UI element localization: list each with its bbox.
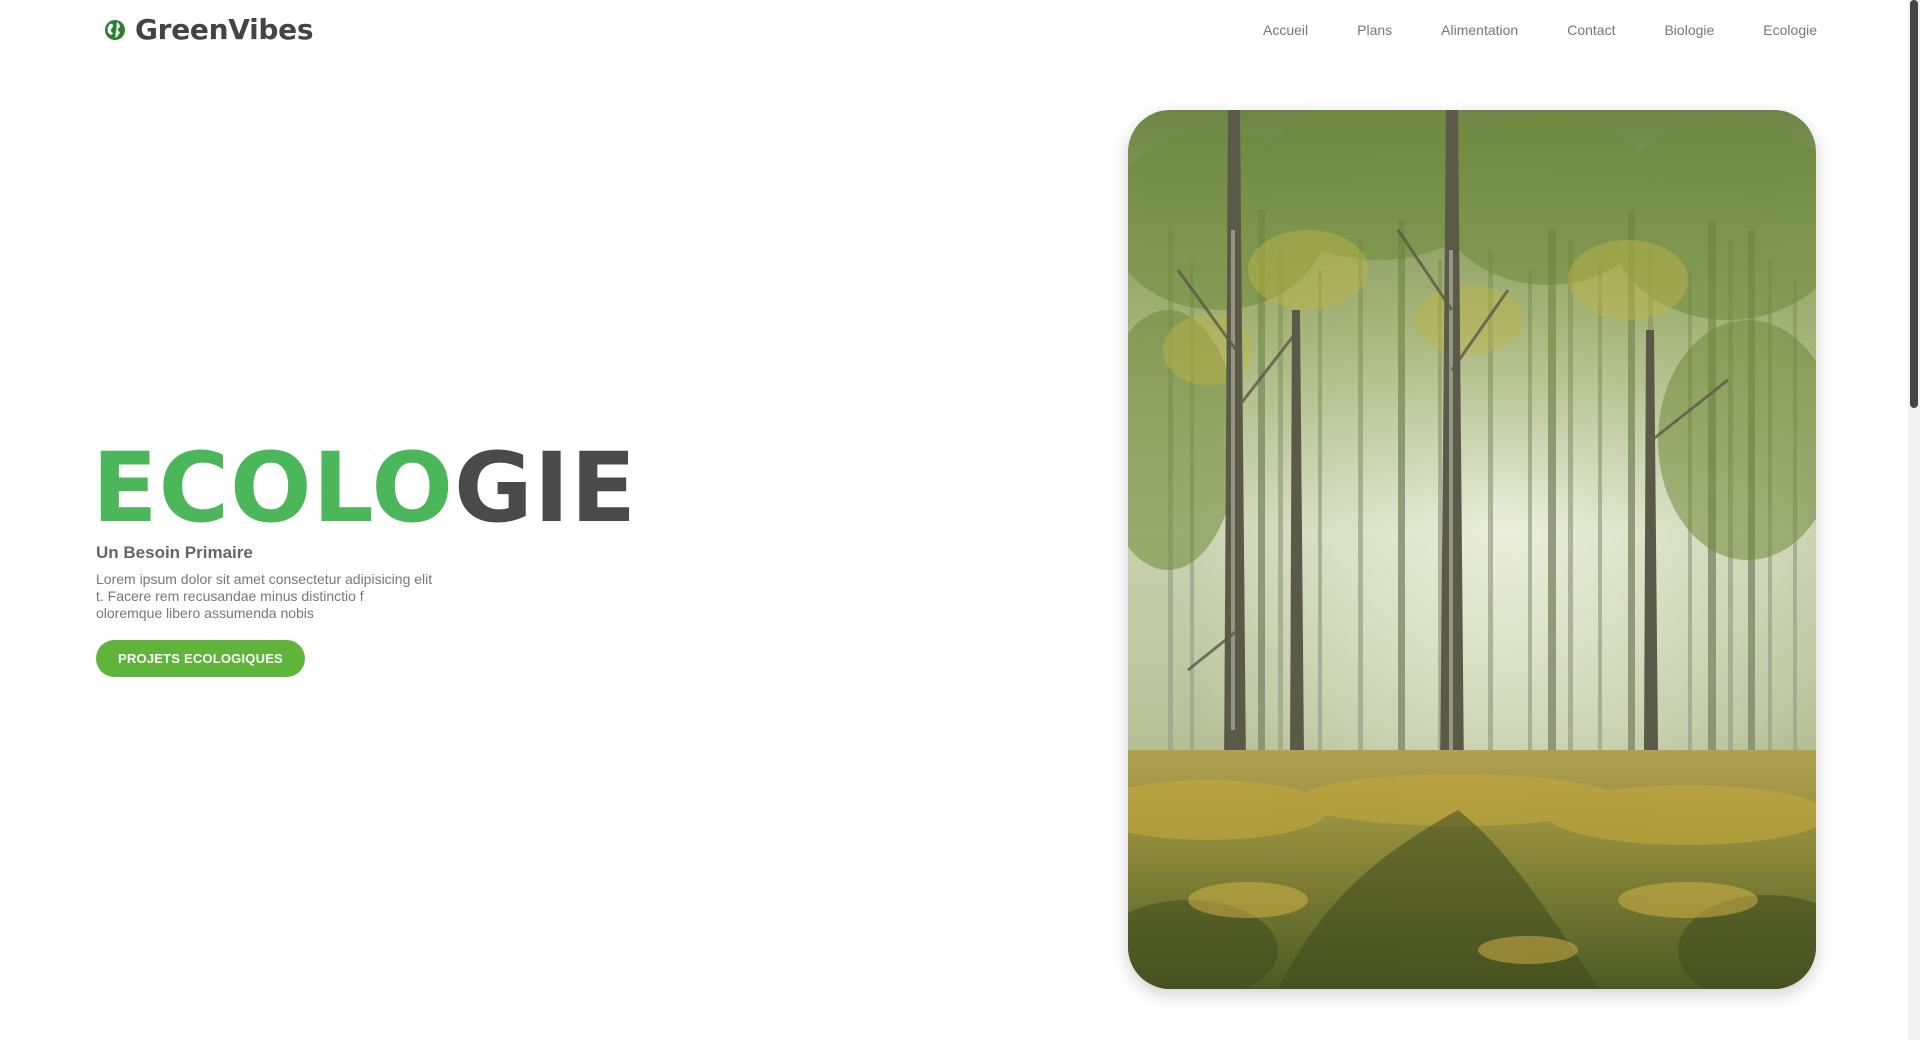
nav-item-accueil[interactable]: Accueil (1263, 22, 1308, 38)
nav-item-ecologie[interactable]: Ecologie (1763, 22, 1817, 38)
page-scrollbar[interactable] (1908, 0, 1920, 1040)
hero-title-dark: GIE (454, 432, 638, 544)
projets-ecologiques-button[interactable]: PROJETS ECOLOGIQUES (96, 640, 305, 677)
forest-photo (1128, 110, 1816, 989)
brand-name: GreenVibes (135, 13, 314, 46)
hero-title-green: ECOLO (92, 432, 454, 544)
hero-description-line: oloremque libero assumenda nobis (96, 605, 314, 621)
globe-leaf-icon (105, 19, 125, 40)
hero-description-line: t. Facere rem recusandae minus distincti… (96, 588, 364, 604)
brand-logo[interactable]: GreenVibes (103, 13, 313, 46)
scrollbar-thumb[interactable] (1910, 0, 1918, 408)
nav-item-contact[interactable]: Contact (1567, 22, 1615, 38)
nav-item-biologie[interactable]: Biologie (1664, 22, 1714, 38)
nav-item-alimentation[interactable]: Alimentation (1441, 22, 1518, 38)
forest-illustration (1128, 110, 1816, 989)
page: GreenVibes Accueil Plans Alimentation Co… (0, 0, 1920, 1040)
main-nav: Accueil Plans Alimentation Contact Biolo… (1214, 22, 1817, 38)
nav-item-plans[interactable]: Plans (1357, 22, 1392, 38)
hero-description: Lorem ipsum dolor sit amet consectetur a… (96, 571, 476, 622)
hero-description-line: Lorem ipsum dolor sit amet consectetur a… (96, 571, 433, 587)
hero-title: ECOLOGIE (92, 440, 637, 536)
hero-subtitle: Un Besoin Primaire (96, 543, 253, 562)
